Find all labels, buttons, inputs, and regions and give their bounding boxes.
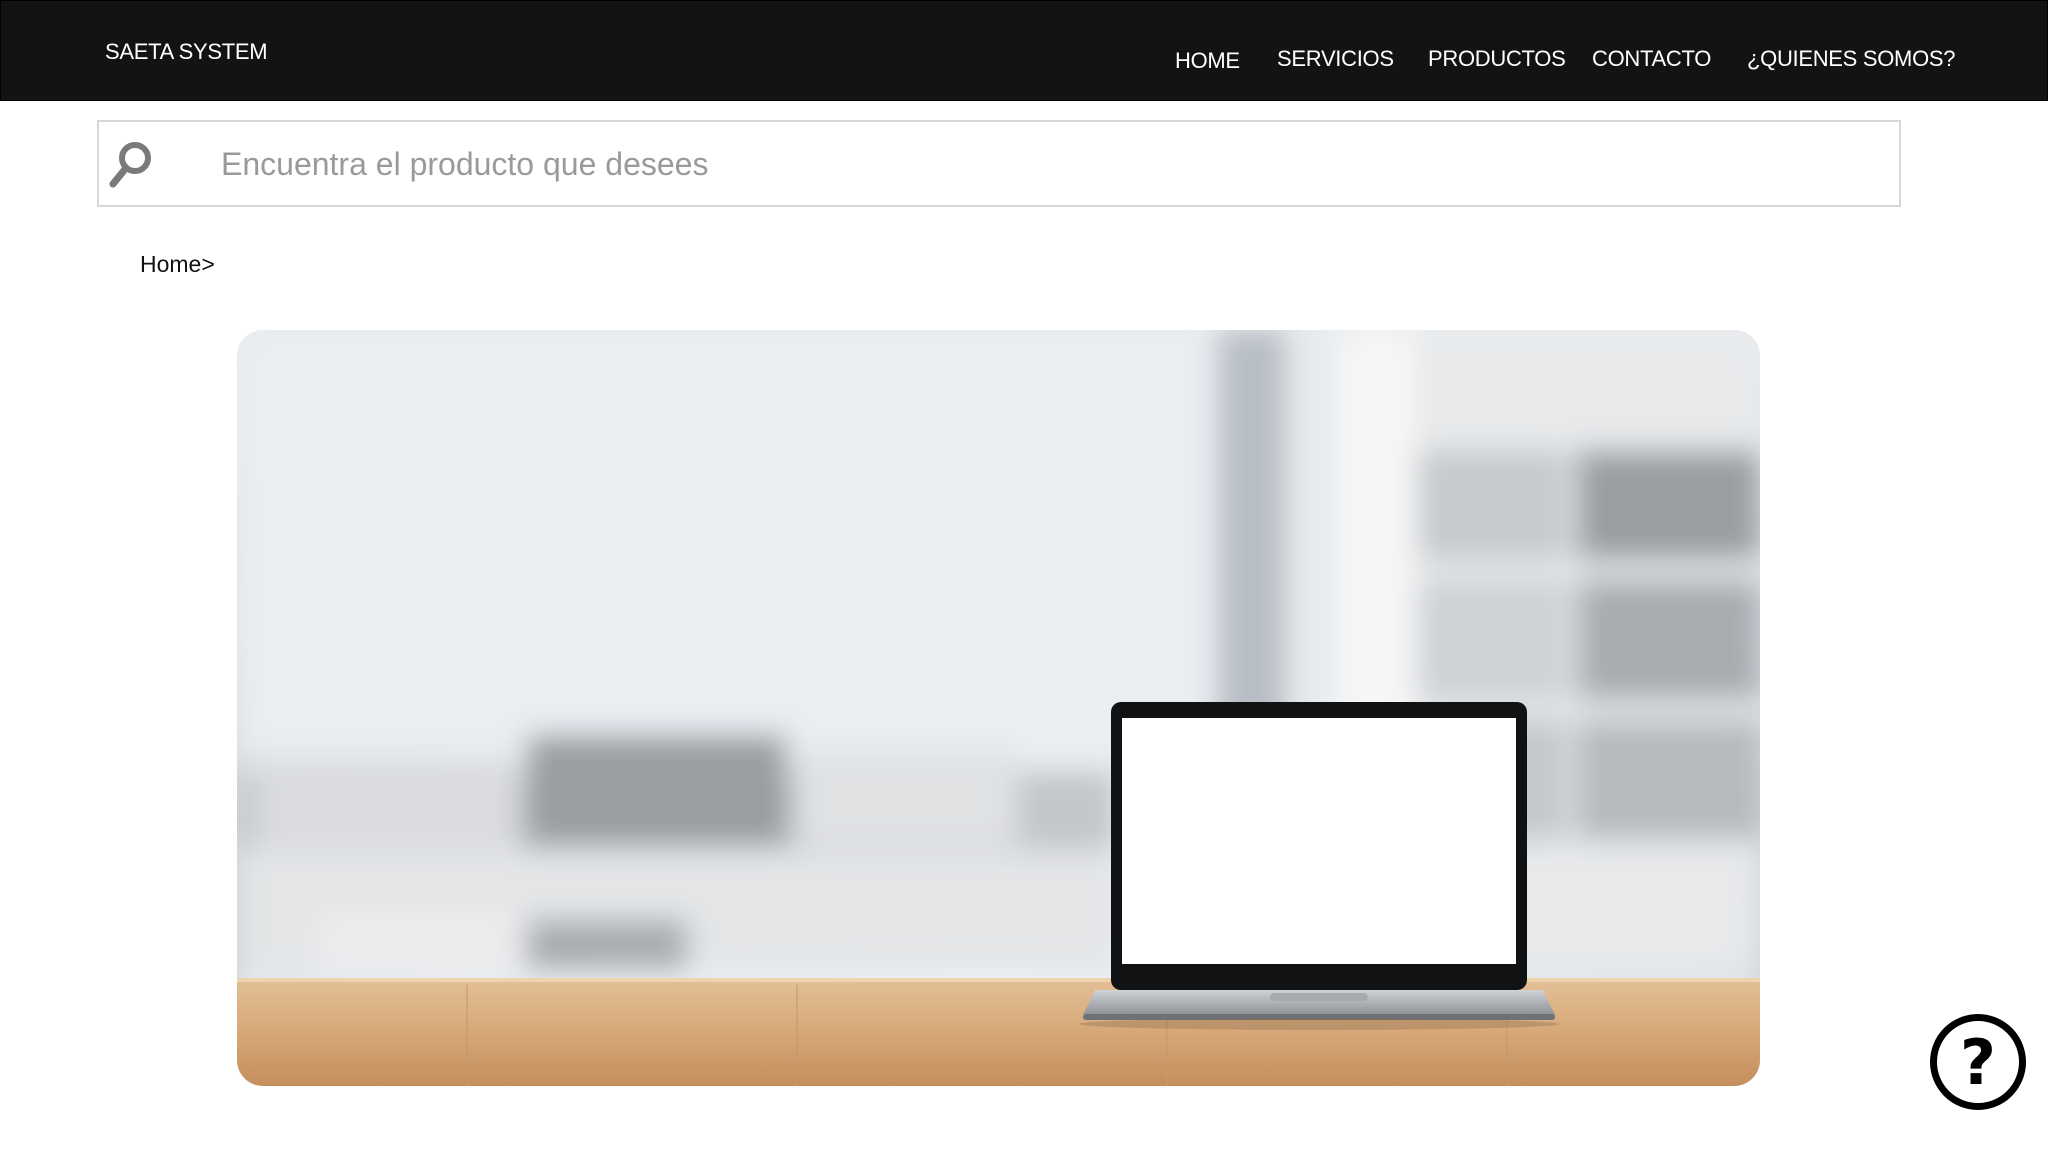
hero-banner-image — [237, 330, 1760, 1086]
search-input[interactable] — [221, 138, 1871, 190]
top-navigation-bar: SAETA SYSTEM HOME SERVICIOS PRODUCTOS CO… — [0, 0, 2048, 101]
nav-home-link[interactable]: HOME — [1175, 48, 1240, 74]
main-nav: HOME SERVICIOS PRODUCTOS CONTACTO ¿QUIEN… — [1, 46, 2047, 76]
help-icon: ? — [1960, 1026, 1996, 1099]
search-bar — [97, 120, 1901, 207]
search-icon[interactable] — [107, 136, 157, 192]
nav-quienes-somos-link[interactable]: ¿QUIENES SOMOS? — [1747, 46, 1956, 72]
nav-contacto-link[interactable]: CONTACTO — [1592, 46, 1711, 72]
breadcrumb[interactable]: Home> — [140, 251, 215, 278]
laptop-on-desk-image — [237, 330, 1760, 1086]
help-button[interactable]: ? — [1930, 1014, 2026, 1110]
nav-servicios-link[interactable]: SERVICIOS — [1277, 46, 1394, 72]
nav-productos-link[interactable]: PRODUCTOS — [1428, 46, 1566, 72]
